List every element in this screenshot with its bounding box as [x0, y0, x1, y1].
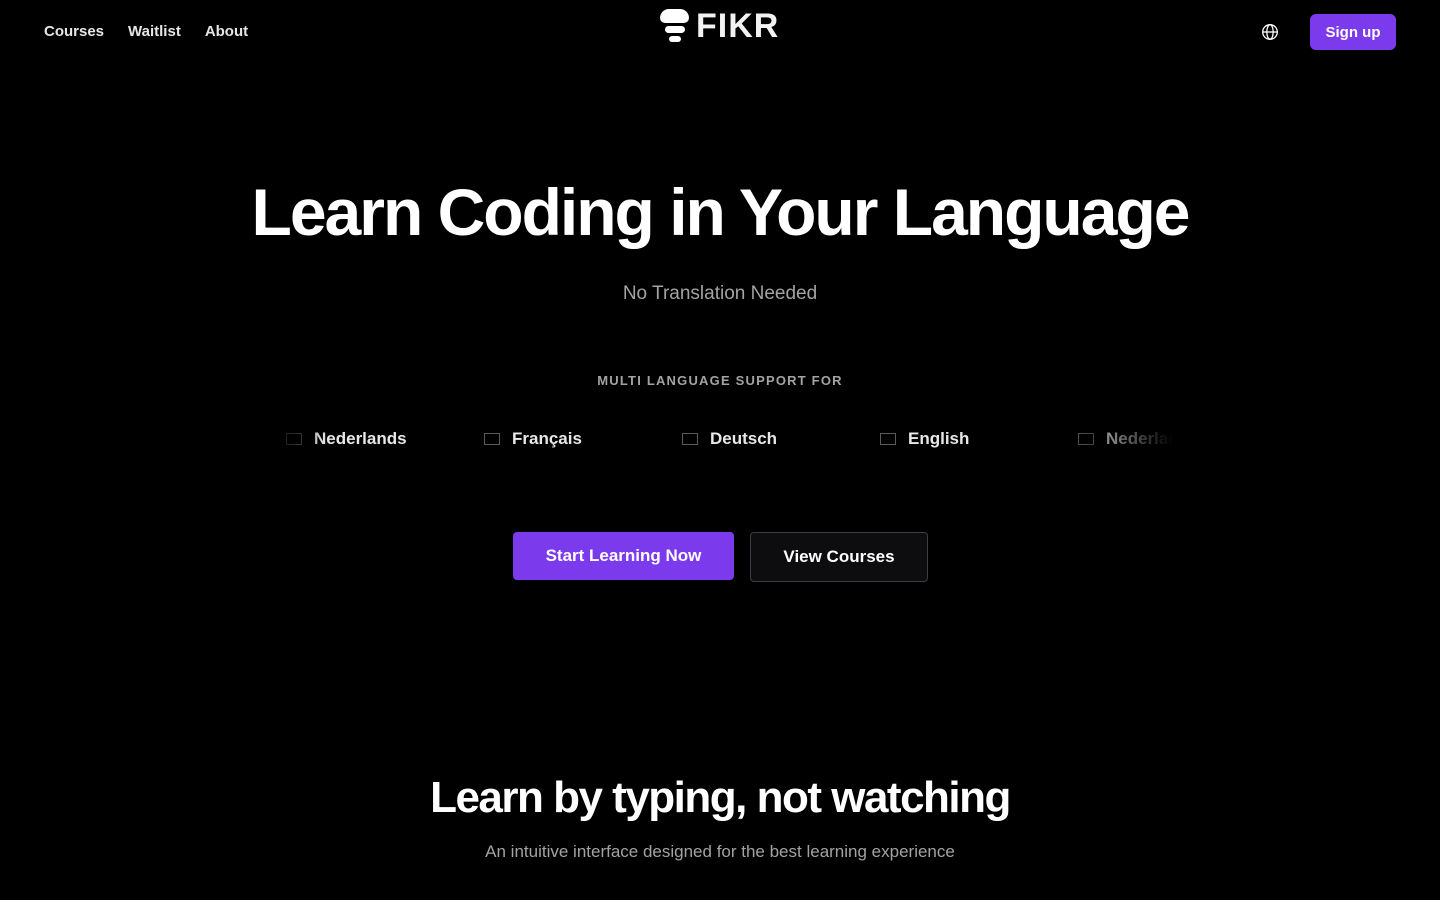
language-label: Français — [512, 429, 582, 448]
language-support-label: MULTI LANGUAGE SUPPORT FOR — [597, 373, 843, 388]
language-item-francais: Français — [484, 427, 582, 451]
signup-button[interactable]: Sign up — [1310, 14, 1396, 50]
flag-icon — [286, 433, 302, 445]
flag-icon — [880, 433, 896, 445]
logo-mark-icon — [660, 8, 690, 44]
language-label: English — [908, 429, 970, 448]
language-label: Nederlands — [1106, 429, 1172, 448]
language-item-english: English — [880, 427, 969, 451]
start-learning-button[interactable]: Start Learning Now — [513, 532, 734, 580]
flag-icon — [682, 433, 698, 445]
view-courses-button[interactable]: View Courses — [750, 532, 928, 582]
nav-courses-link[interactable]: Courses — [44, 22, 104, 42]
main-nav: Courses Waitlist About — [44, 22, 272, 42]
language-item-nederlands: Nederlands — [286, 427, 407, 451]
flag-icon — [484, 433, 500, 445]
feature-section-subtitle: An intuitive interface designed for the … — [485, 842, 955, 861]
language-item-nederlands-repeat: Nederlands — [1078, 427, 1172, 451]
hero-subtitle: No Translation Needed — [622, 283, 818, 304]
language-carousel: Nederlands Français Deutsch English Nede… — [286, 424, 1172, 454]
hero-title: Learn Coding in Your Language — [251, 175, 1191, 249]
globe-icon[interactable] — [1261, 23, 1279, 41]
site-header: Courses Waitlist About FIKR Sign up — [0, 0, 1440, 64]
fikr-logo[interactable]: FIKR — [660, 8, 779, 44]
nav-about-link[interactable]: About — [205, 22, 248, 42]
feature-section-title: Learn by typing, not watching — [430, 773, 1011, 822]
logo-text: FIKR — [696, 7, 780, 45]
language-label: Deutsch — [710, 429, 778, 448]
language-label: Nederlands — [314, 429, 407, 448]
language-item-deutsch: Deutsch — [682, 427, 777, 451]
nav-waitlist-link[interactable]: Waitlist — [128, 22, 181, 42]
flag-icon — [1078, 433, 1094, 445]
